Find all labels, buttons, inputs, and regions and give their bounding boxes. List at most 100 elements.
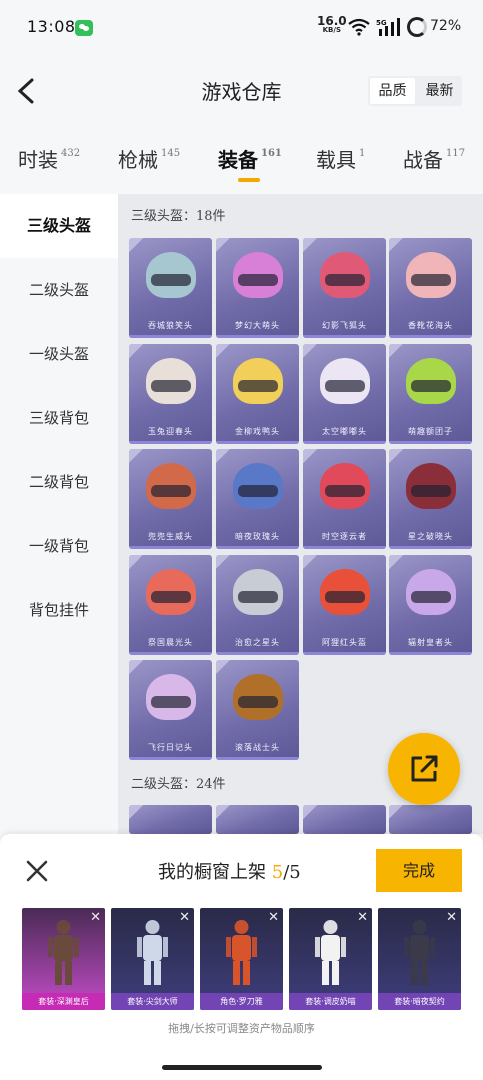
- item-card[interactable]: 阿狸红头盔: [303, 555, 386, 655]
- item-card[interactable]: 吞城狼笑头: [129, 238, 212, 338]
- section-title-lv2-helmet: 二级头盔：24件: [131, 777, 226, 792]
- item-card[interactable]: 飞行日记头: [129, 660, 212, 760]
- tab-vehicles[interactable]: 载具 1: [316, 144, 365, 173]
- item-name: 太空嘟嘟头: [322, 427, 367, 436]
- tab-label: 装备: [218, 148, 258, 172]
- helmet-visor: [238, 274, 278, 286]
- rarity-corner: [129, 344, 143, 358]
- showcase-item[interactable]: ✕ 套装·深渊皇后: [22, 908, 105, 1010]
- sidebar-item-lv3-helmet[interactable]: 三级头盔: [0, 194, 118, 258]
- item-card-partial[interactable]: [216, 805, 299, 834]
- helmet-visor: [238, 696, 278, 708]
- close-icon[interactable]: [24, 858, 50, 884]
- remove-icon[interactable]: ✕: [179, 910, 190, 925]
- item-name: 萌趣额团子: [408, 427, 453, 436]
- network-type: 5G: [376, 19, 387, 27]
- rarity-bar: [303, 652, 386, 655]
- rarity-corner: [216, 344, 230, 358]
- rarity-corner: [129, 238, 143, 252]
- item-card[interactable]: 香靴花海头: [389, 238, 472, 338]
- item-name: 飞行日记头: [148, 743, 193, 752]
- status-time: 13:08: [27, 17, 76, 36]
- tab-equipment[interactable]: 装备 161: [218, 144, 282, 173]
- item-name: 治愈之星头: [235, 638, 280, 647]
- active-tab-indicator: [238, 178, 260, 182]
- rarity-bar: [389, 546, 472, 549]
- wechat-icon: [75, 20, 93, 36]
- sort-option-quality[interactable]: 品质: [370, 78, 415, 104]
- rarity-bar: [129, 546, 212, 549]
- share-icon: [411, 755, 438, 782]
- rarity-bar: [129, 757, 212, 760]
- item-name: 时空逐云者: [322, 532, 367, 541]
- rarity-bar: [129, 652, 212, 655]
- outfit-figure: [226, 920, 257, 985]
- helmet-visor: [411, 591, 451, 603]
- battery-percent: 72%: [430, 18, 462, 34]
- reorder-hint: 拖拽/长按可调整资产物品顺序: [168, 1022, 315, 1035]
- remove-icon[interactable]: ✕: [446, 910, 457, 925]
- tab-count: 117: [446, 148, 466, 159]
- rarity-corner: [129, 555, 143, 569]
- showcase-panel: 我的橱窗上架 5/5 完成 ✕ 套装·深渊皇后 ✕ 套装·尖剑大师 ✕ 角色·罗刀雅 ✕ 套装…: [0, 834, 483, 1080]
- outfit-label: 套装·调皮奶喵: [289, 993, 372, 1010]
- item-card[interactable]: 滚落战士头: [216, 660, 299, 760]
- rarity-bar: [389, 441, 472, 444]
- remove-icon[interactable]: ✕: [90, 910, 101, 925]
- item-name: 星之破晓头: [408, 532, 453, 541]
- item-card[interactable]: 幻影飞狐头: [303, 238, 386, 338]
- item-name: 祭国晨光头: [148, 638, 193, 647]
- tab-count: 432: [61, 148, 81, 159]
- header: 游戏仓库 品质 最新: [0, 56, 483, 126]
- rarity-bar: [216, 546, 299, 549]
- rarity-corner: [216, 660, 230, 674]
- item-card[interactable]: 辐射皇者头: [389, 555, 472, 655]
- item-card-partial[interactable]: [129, 805, 212, 834]
- tab-guns[interactable]: 枪械 145: [118, 144, 180, 173]
- item-card[interactable]: 治愈之星头: [216, 555, 299, 655]
- outfit-figure: [137, 920, 168, 985]
- rarity-corner: [389, 344, 403, 358]
- item-card[interactable]: 太空嘟嘟头: [303, 344, 386, 444]
- item-card[interactable]: 萌趣额团子: [389, 344, 472, 444]
- rarity-bar: [129, 335, 212, 338]
- sidebar-item-lv2-backpack[interactable]: 二级背包: [0, 450, 118, 514]
- rarity-corner: [303, 449, 317, 463]
- item-card[interactable]: 梦幻大萌头: [216, 238, 299, 338]
- showcase-item[interactable]: ✕ 套装·尖剑大师: [111, 908, 194, 1010]
- sidebar-item-lv1-backpack[interactable]: 一级背包: [0, 514, 118, 578]
- item-card-partial[interactable]: [389, 805, 472, 834]
- item-card[interactable]: 玉兔迎春头: [129, 344, 212, 444]
- sort-toggle[interactable]: 品质 最新: [368, 76, 462, 106]
- showcase-item[interactable]: ✕ 套装·暗夜契约: [378, 908, 461, 1010]
- outfit-figure: [404, 920, 435, 985]
- item-card[interactable]: 时空逐云者: [303, 449, 386, 549]
- item-card[interactable]: 暗夜玫瑰头: [216, 449, 299, 549]
- showcase-title-text: 我的橱窗上架: [158, 862, 266, 883]
- outfit-label: 角色·罗刀雅: [200, 993, 283, 1010]
- tab-supplies[interactable]: 战备 117: [403, 144, 465, 173]
- remove-icon[interactable]: ✕: [357, 910, 368, 925]
- outfit-label: 套装·深渊皇后: [22, 993, 105, 1010]
- tab-label: 战备: [403, 148, 443, 172]
- sidebar-item-lv1-helmet[interactable]: 一级头盔: [0, 322, 118, 386]
- item-card-partial[interactable]: [303, 805, 386, 834]
- showcase-item[interactable]: ✕ 角色·罗刀雅: [200, 908, 283, 1010]
- sidebar-item-lv2-helmet[interactable]: 二级头盔: [0, 258, 118, 322]
- item-card[interactable]: 祭国晨光头: [129, 555, 212, 655]
- item-card[interactable]: 星之破晓头: [389, 449, 472, 549]
- item-card[interactable]: 金柳戏鸭头: [216, 344, 299, 444]
- showcase-item[interactable]: ✕ 套装·调皮奶喵: [289, 908, 372, 1010]
- section-title-lv3-helmet: 三级头盔：18件: [131, 209, 226, 224]
- outfit-label: 套装·尖剑大师: [111, 993, 194, 1010]
- done-button[interactable]: 完成: [376, 849, 462, 892]
- share-button[interactable]: [388, 733, 460, 805]
- home-indicator[interactable]: [162, 1065, 322, 1070]
- outfit-label: 套装·暗夜契约: [378, 993, 461, 1010]
- tab-fashion[interactable]: 时装 432: [18, 144, 80, 173]
- remove-icon[interactable]: ✕: [268, 910, 279, 925]
- sidebar-item-backpack-charm[interactable]: 背包挂件: [0, 578, 118, 642]
- sort-option-newest[interactable]: 最新: [417, 76, 462, 106]
- sidebar-item-lv3-backpack[interactable]: 三级背包: [0, 386, 118, 450]
- item-card[interactable]: 兜兜生威头: [129, 449, 212, 549]
